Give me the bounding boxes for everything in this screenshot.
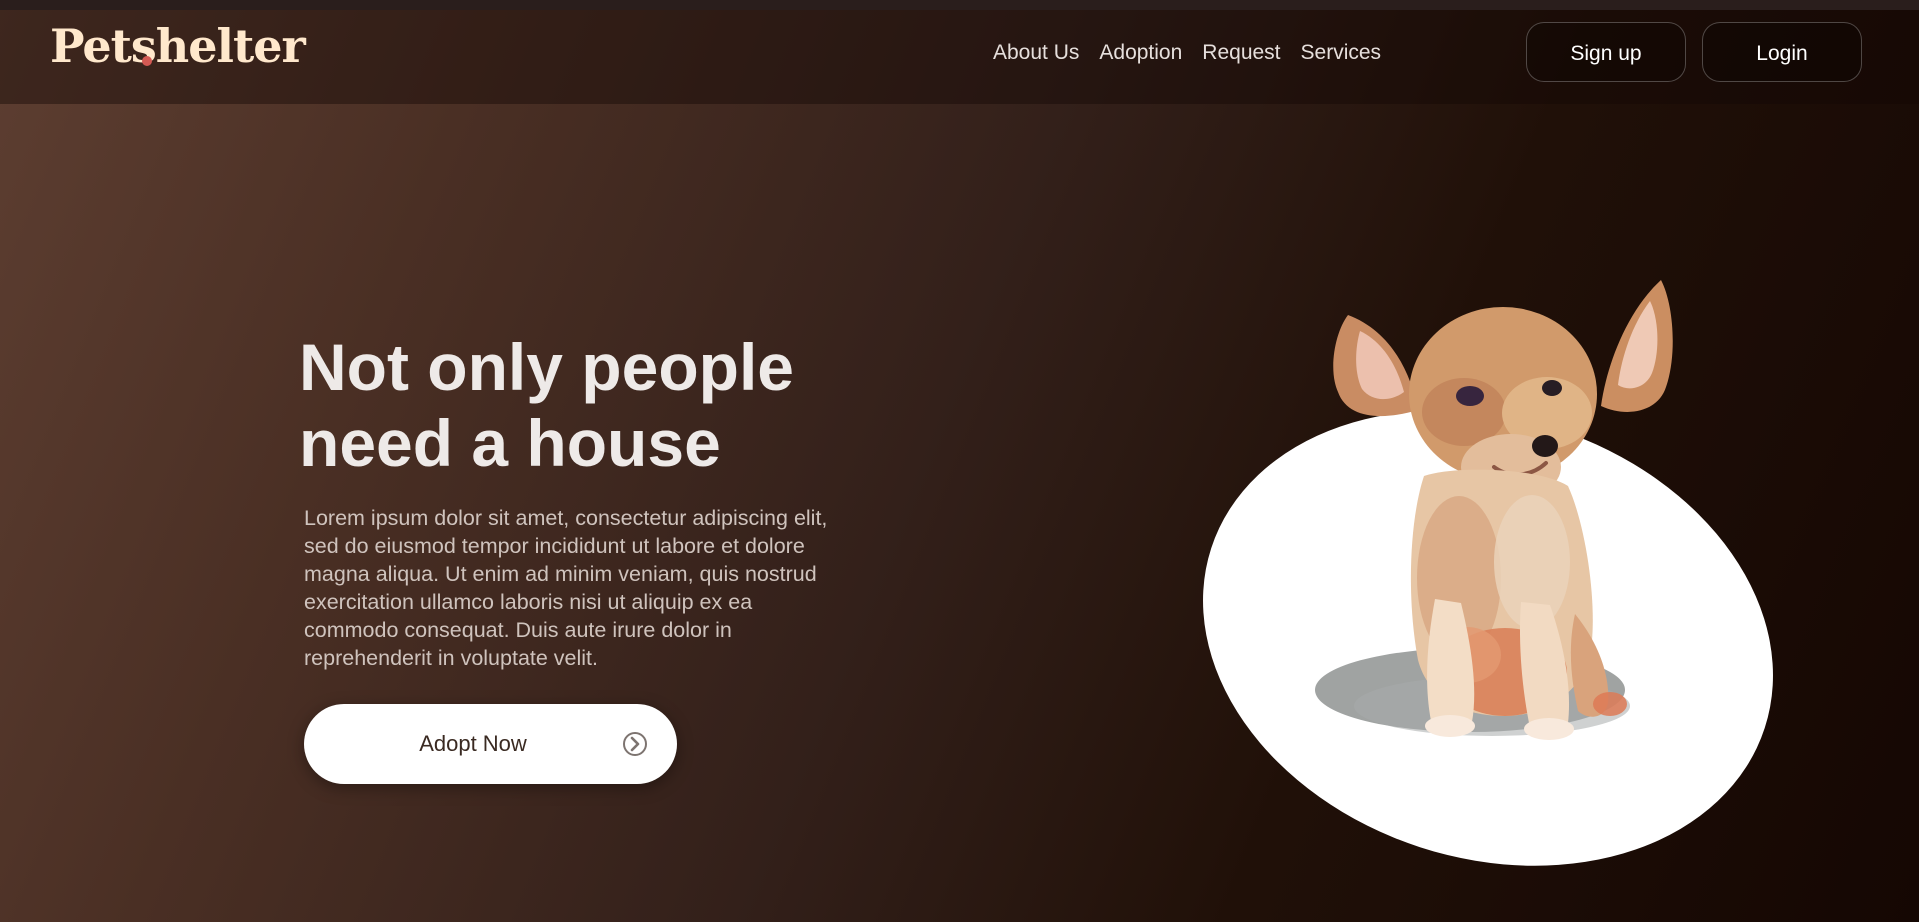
hero-description: Lorem ipsum dolor sit amet, consectetur … (304, 506, 828, 670)
arrow-right-circle-icon (623, 732, 647, 756)
site-logo[interactable]: Petshelter (50, 14, 330, 78)
signup-button[interactable]: Sign up (1526, 22, 1686, 82)
nav-link-services[interactable]: Services (1301, 33, 1382, 73)
nav-link-about-us[interactable]: About Us (993, 33, 1079, 73)
landing-page: Petshelter About Us Adoption Request Ser… (0, 0, 1919, 922)
login-button[interactable]: Login (1702, 22, 1862, 82)
logo-accent-dot (142, 56, 152, 66)
nav-link-adoption[interactable]: Adoption (1099, 33, 1182, 73)
nav-link-request[interactable]: Request (1202, 33, 1280, 73)
adopt-now-label: Adopt Now (419, 731, 527, 756)
hero-dog-illustration (1203, 280, 1773, 866)
hero-title: Not only people need a house (299, 330, 794, 480)
main-navigation: About Us Adoption Request Services (993, 33, 1463, 73)
